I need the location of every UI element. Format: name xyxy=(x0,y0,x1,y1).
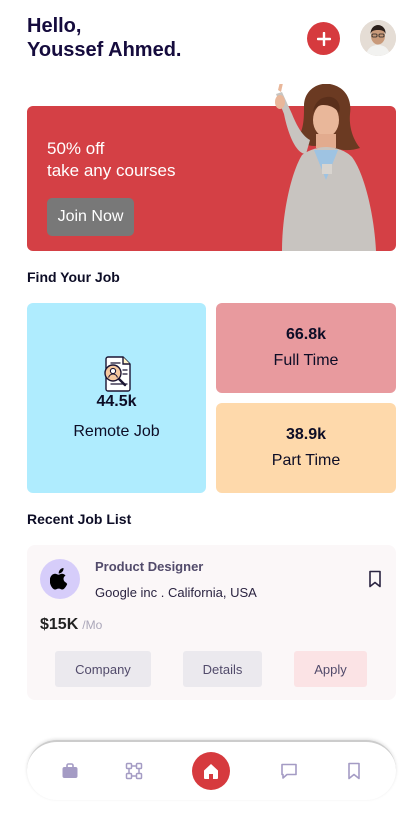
chat-icon[interactable] xyxy=(280,762,298,780)
recent-jobs-title: Recent Job List xyxy=(27,511,132,527)
avatar[interactable] xyxy=(360,20,396,56)
full-time-count: 66.8k xyxy=(285,326,327,343)
part-time-label: Part Time xyxy=(271,452,341,469)
company-logo xyxy=(40,559,80,599)
promo-description: take any courses xyxy=(47,161,176,180)
full-time-card[interactable]: 66.8k Full Time xyxy=(216,303,396,393)
join-now-button[interactable]: Join Now xyxy=(47,198,134,236)
greeting: Hello, Youssef Ahmed. xyxy=(27,14,181,62)
job-salary: $15K/Mo xyxy=(40,616,102,634)
remote-job-card[interactable]: 44.5k Remote Job xyxy=(27,303,206,493)
bottom-nav xyxy=(27,740,396,800)
part-time-card[interactable]: 38.9k Part Time xyxy=(216,403,396,493)
job-card[interactable]: Product Designer Google inc . California… xyxy=(27,545,396,700)
add-button[interactable] xyxy=(307,22,340,55)
greeting-hello: Hello, xyxy=(27,15,82,37)
home-button[interactable] xyxy=(192,752,230,790)
apply-button[interactable]: Apply xyxy=(294,651,367,687)
full-time-label: Full Time xyxy=(273,352,339,369)
promo-text: 50% off take any courses xyxy=(47,138,176,182)
find-job-title: Find Your Job xyxy=(27,269,120,285)
promo-banner: 50% off take any courses Join Now xyxy=(27,84,396,251)
bookmark-icon[interactable] xyxy=(345,762,363,780)
plus-icon xyxy=(316,31,331,46)
connect-icon[interactable] xyxy=(125,762,143,780)
job-title: Product Designer xyxy=(95,559,204,574)
remote-job-label: Remote Job xyxy=(73,423,160,440)
remote-job-count: 44.5k xyxy=(96,393,137,410)
promo-woman-image xyxy=(275,84,376,251)
promo-discount: 50% off xyxy=(47,139,105,158)
apple-icon xyxy=(50,568,68,590)
user-photo xyxy=(360,20,396,56)
job-search-icon xyxy=(103,356,131,392)
salary-amount: $15K xyxy=(40,616,79,633)
job-company-location: Google inc . California, USA xyxy=(95,585,257,600)
salary-unit: /Mo xyxy=(82,618,103,632)
bag-icon[interactable] xyxy=(61,762,79,780)
bookmark-icon[interactable] xyxy=(368,570,382,588)
part-time-count: 38.9k xyxy=(285,426,327,443)
details-button[interactable]: Details xyxy=(183,651,262,687)
greeting-username: Youssef Ahmed. xyxy=(27,39,182,61)
company-button[interactable]: Company xyxy=(55,651,151,687)
home-icon xyxy=(204,764,218,779)
